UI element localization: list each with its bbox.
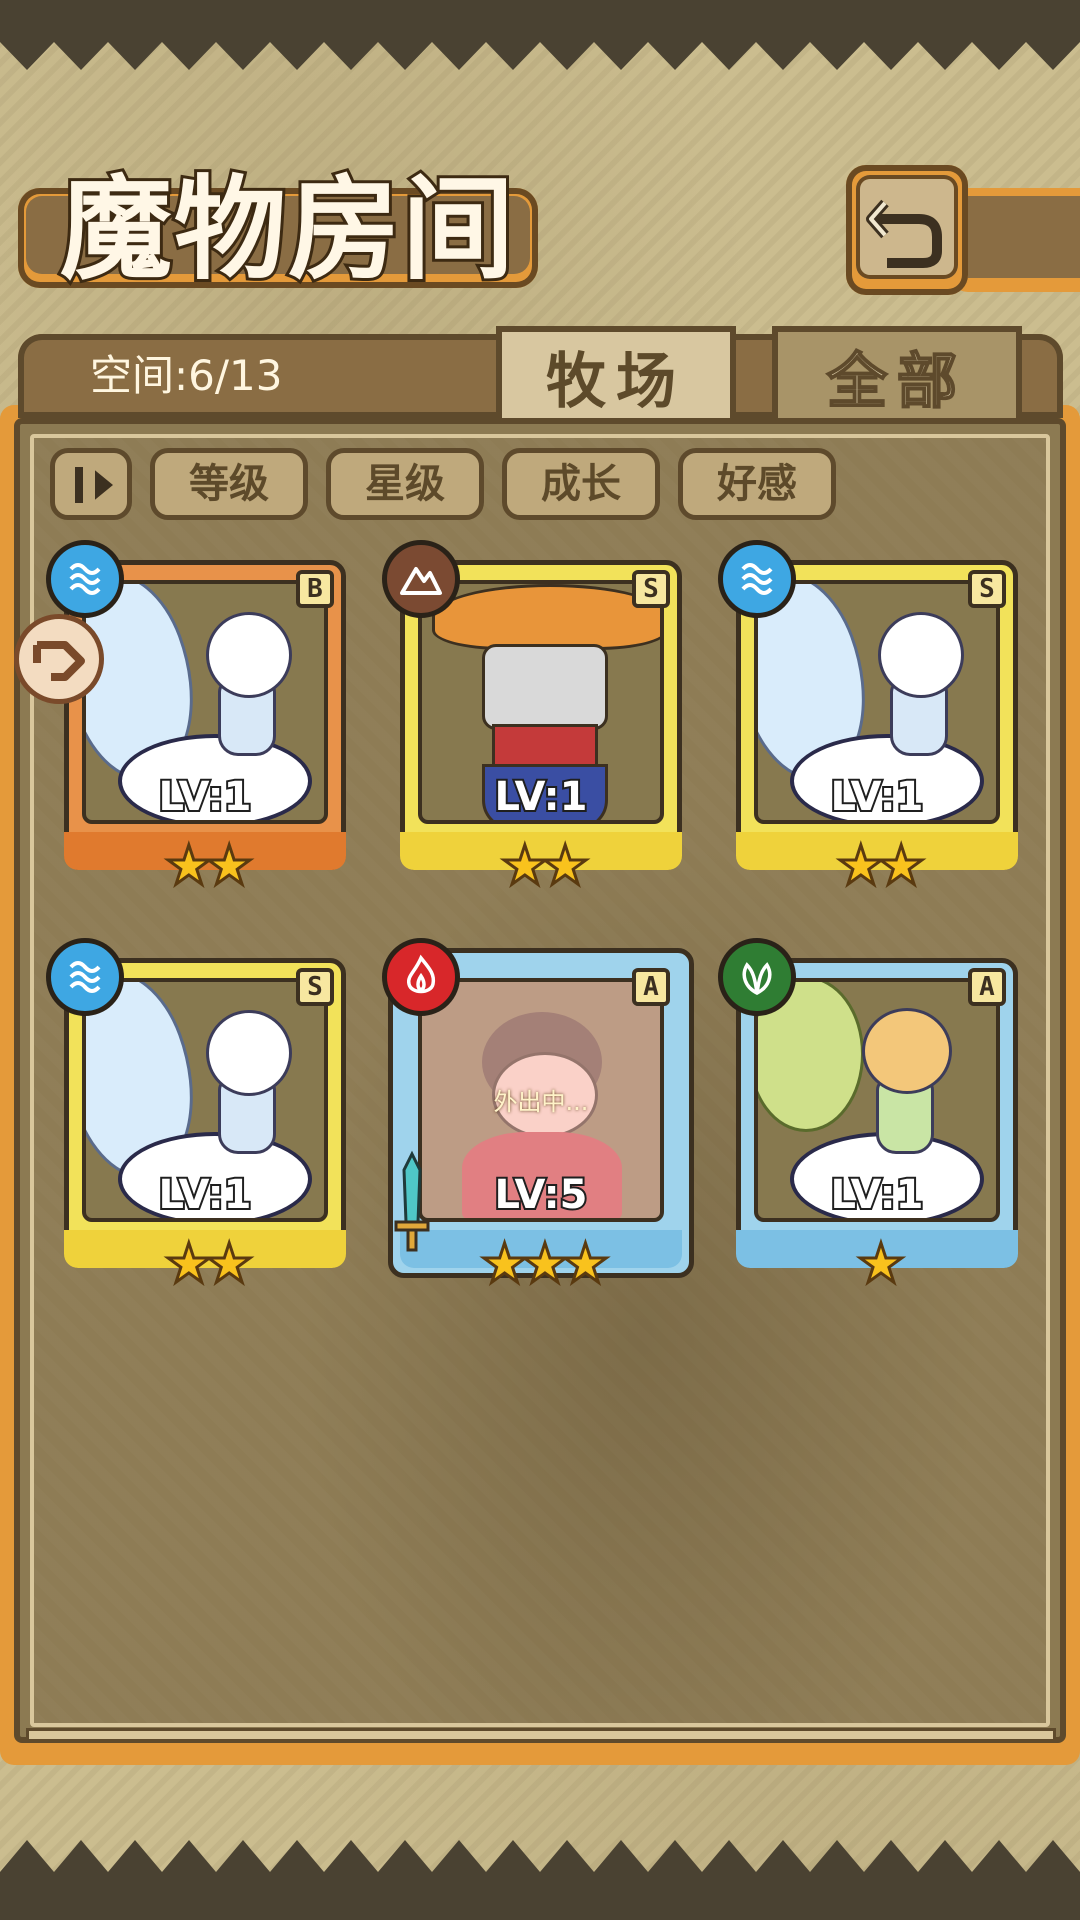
grade-badge: A	[968, 968, 1006, 1006]
star-rating: ★★★	[479, 1232, 611, 1295]
grade-badge: A	[632, 968, 670, 1006]
monster-card[interactable]: S LV:1 ★★	[718, 540, 1018, 897]
pin-badge[interactable]	[14, 614, 104, 704]
tab-all[interactable]: 全部	[772, 326, 1022, 426]
sword-icon	[394, 1150, 430, 1252]
water-element-icon	[46, 540, 124, 618]
level-label: LV:1	[829, 1170, 926, 1220]
monster-card[interactable]: B LV:1 ★★	[46, 540, 346, 897]
filter-affection-button[interactable]: 好感	[678, 448, 836, 520]
level-label: LV:1	[493, 772, 590, 822]
arrow-tag-icon	[33, 641, 85, 681]
level-label: LV:1	[829, 772, 926, 822]
star-rating: ★★	[163, 1232, 255, 1295]
grade-badge: S	[968, 570, 1006, 608]
wood-element-icon	[718, 938, 796, 1016]
page-title: 魔物房间	[57, 162, 517, 298]
monster-card-away[interactable]: 外出中... A LV:5 ★★★	[382, 938, 694, 1295]
back-button-extension	[950, 188, 1080, 292]
earth-element-icon	[382, 540, 460, 618]
back-button[interactable]	[846, 165, 968, 295]
pause-icon	[75, 467, 113, 503]
fire-element-icon	[382, 938, 460, 1016]
return-arrow-icon	[866, 199, 942, 268]
star-rating: ★	[855, 1232, 906, 1295]
away-status-label: 外出中...	[493, 1088, 589, 1116]
water-element-icon	[718, 540, 796, 618]
tab-ranch[interactable]: 牧场	[496, 326, 736, 426]
grade-badge: S	[296, 968, 334, 1006]
star-rating: ★★	[499, 834, 591, 897]
filter-star-button[interactable]: 星级	[326, 448, 484, 520]
star-rating: ★★	[163, 834, 255, 897]
grade-badge: B	[296, 570, 334, 608]
capacity-label: 空间:6/13	[90, 351, 283, 400]
grade-badge: S	[632, 570, 670, 608]
sort-order-button[interactable]	[50, 448, 132, 520]
filter-growth-button[interactable]: 成长	[502, 448, 660, 520]
water-element-icon	[46, 938, 124, 1016]
monster-card[interactable]: A LV:1 ★	[718, 938, 1018, 1295]
level-label: LV:1	[157, 772, 254, 822]
level-label: LV:1	[157, 1170, 254, 1220]
monster-card[interactable]: S LV:1 ★★	[382, 540, 682, 897]
filter-level-button[interactable]: 等级	[150, 448, 308, 520]
star-rating: ★★	[835, 834, 927, 897]
panel-bottom-rail	[26, 1728, 1056, 1742]
monster-card[interactable]: S LV:1 ★★	[46, 938, 346, 1295]
level-label: LV:5	[493, 1170, 590, 1220]
